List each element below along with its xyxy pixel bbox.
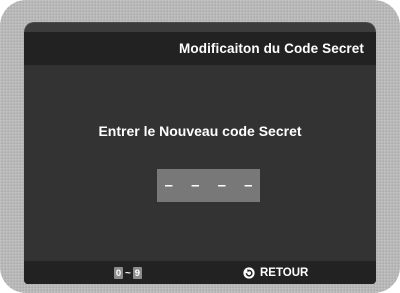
tv-bezel: Modificaiton du Code Secret Entrer le No… (0, 0, 400, 293)
code-placeholder: – – – – (164, 177, 260, 194)
return-hint[interactable]: RETOUR (243, 265, 308, 280)
title-bar: Modificaiton du Code Secret (24, 32, 376, 65)
key-9-badge: 9 (132, 267, 142, 279)
range-separator: ~ (125, 267, 131, 279)
return-arrow-icon (243, 266, 255, 279)
number-keys-hint: 0 ~ 9 (114, 266, 142, 280)
dialog-body: Entrer le Nouveau code Secret – – – – (24, 65, 376, 261)
code-prompt: Entrer le Nouveau code Secret (98, 123, 302, 139)
return-label: RETOUR (260, 266, 309, 279)
osd-screen: Modificaiton du Code Secret Entrer le No… (24, 22, 376, 284)
help-bar: 0 ~ 9 RETOUR (24, 261, 376, 284)
key-0-badge: 0 (114, 267, 123, 279)
code-entry-field[interactable]: – – – – (157, 169, 260, 202)
dialog-title: Modificaiton du Code Secret (179, 41, 364, 56)
